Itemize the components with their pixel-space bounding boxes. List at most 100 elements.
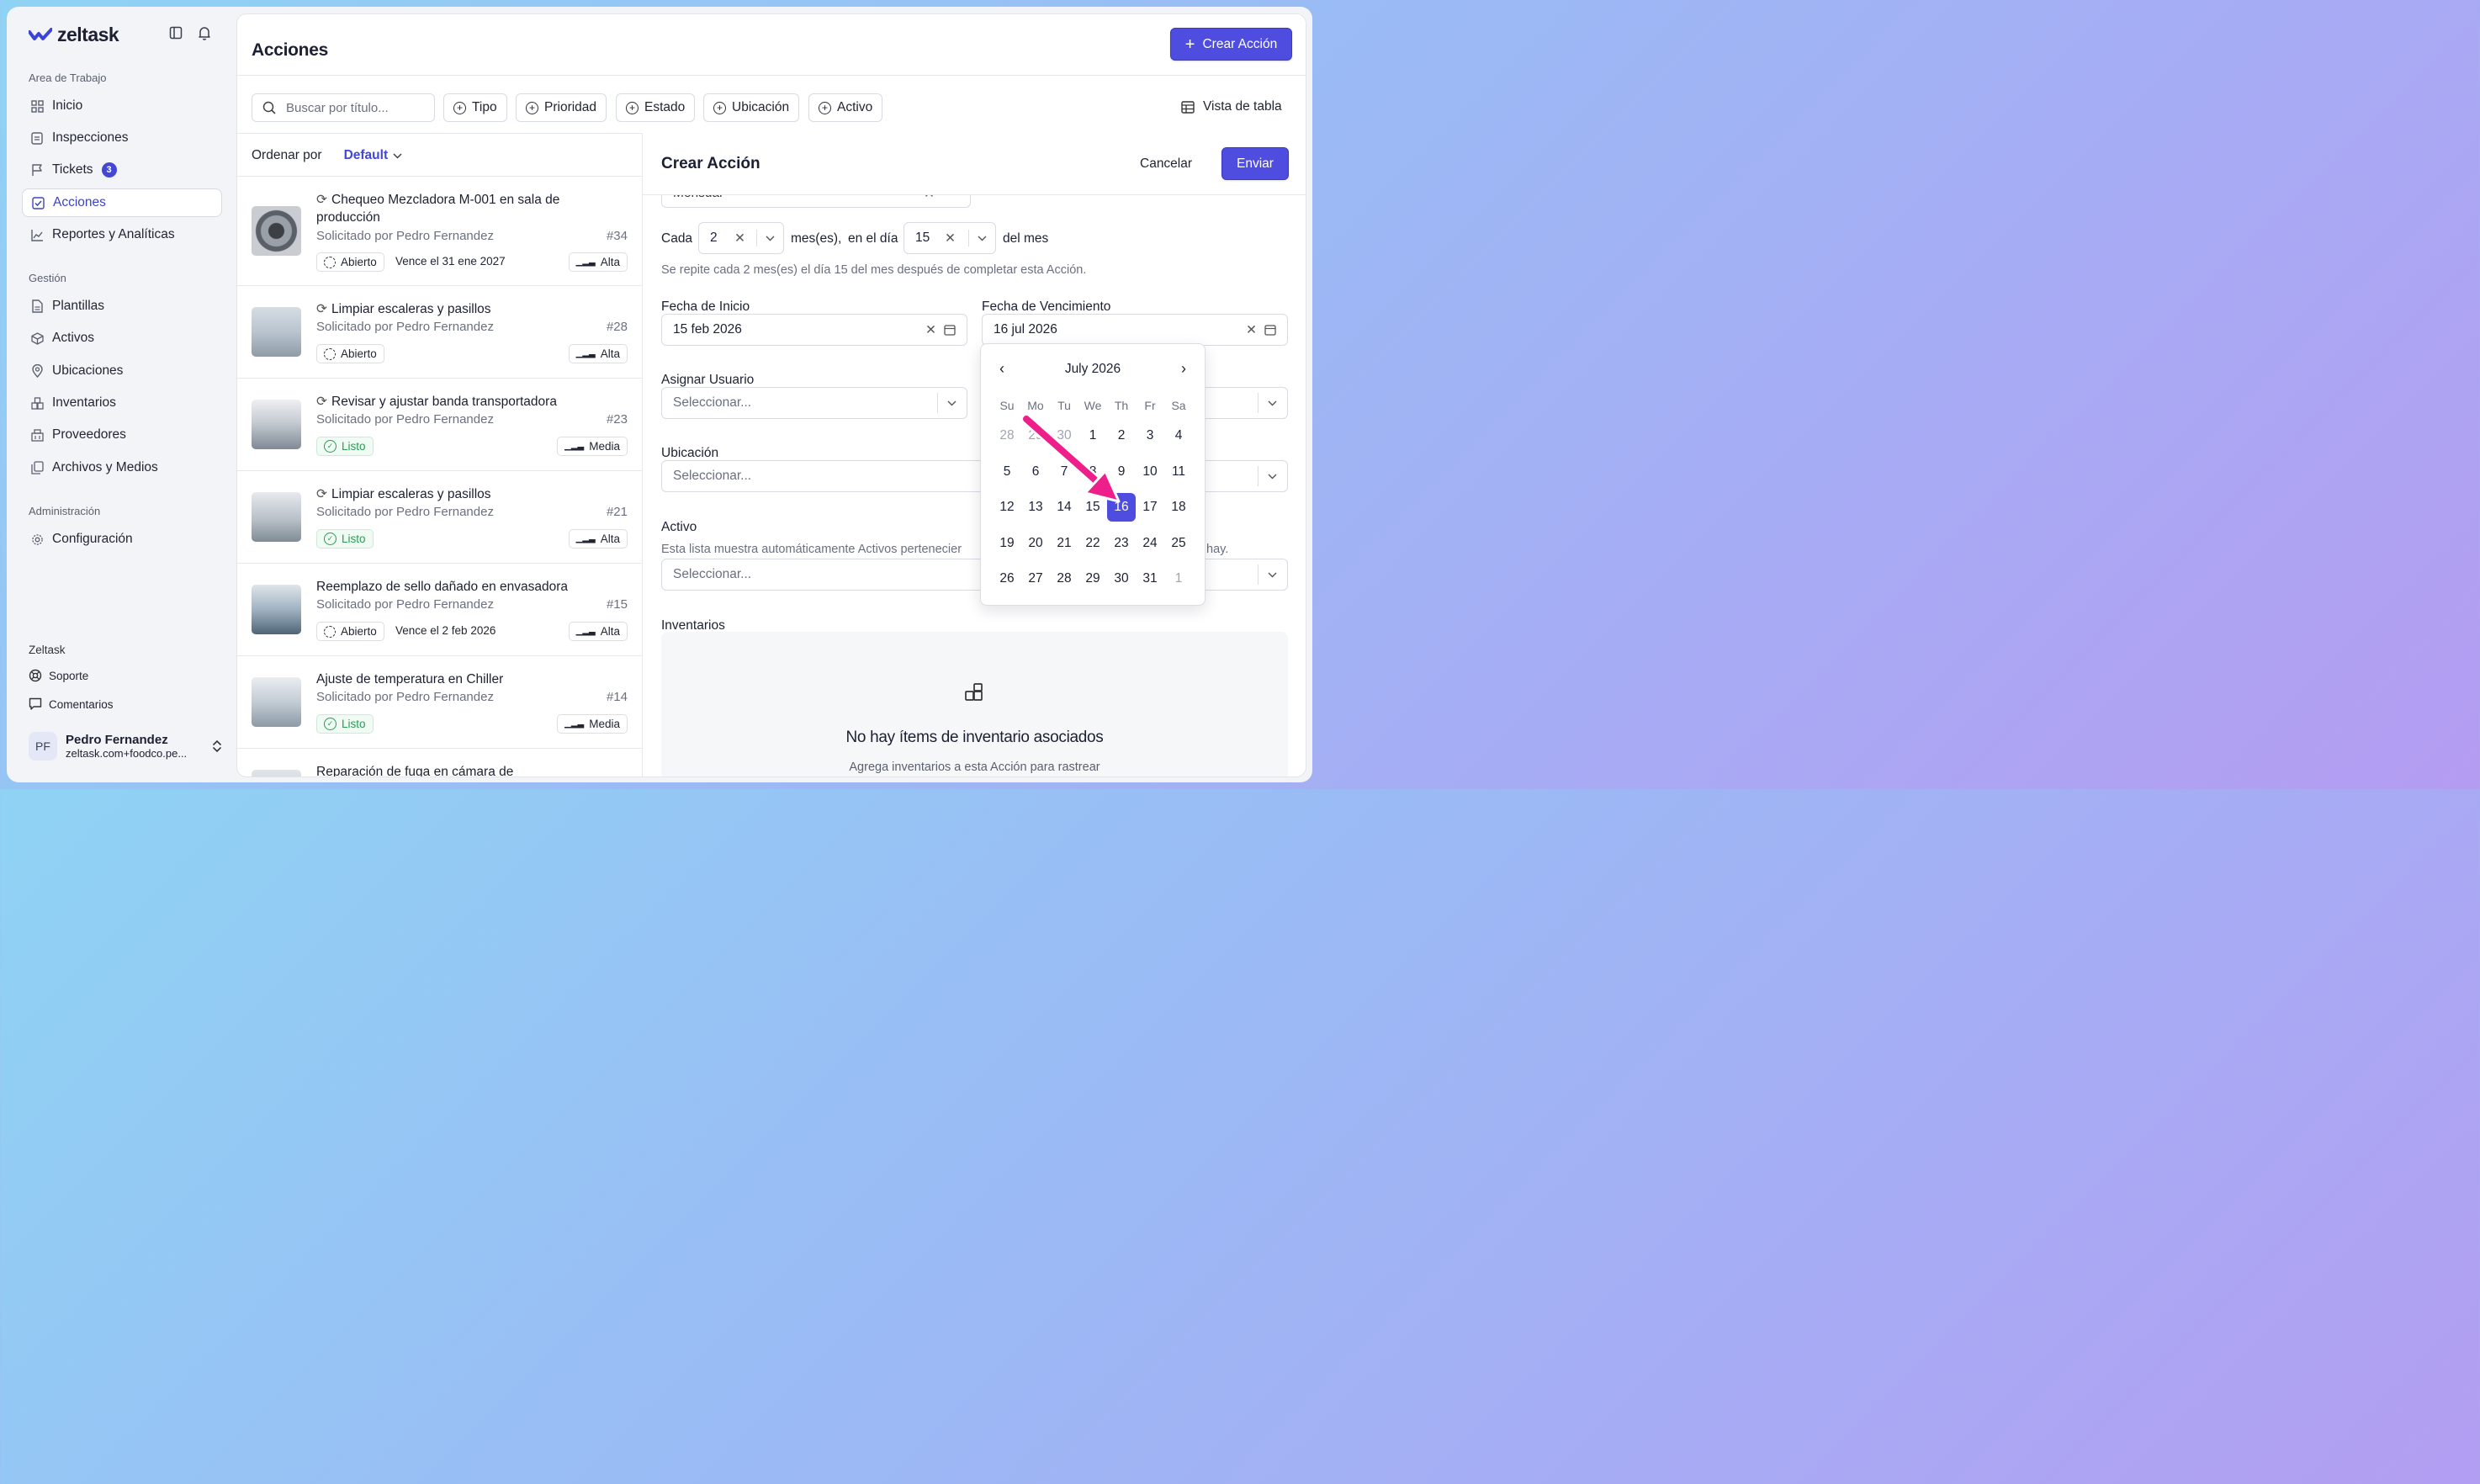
start-date-input[interactable]: 15 feb 2026 ✕: [661, 314, 967, 346]
calendar-day[interactable]: 21: [1050, 529, 1078, 558]
item-number: #14: [606, 690, 628, 704]
calendar-day[interactable]: 20: [1021, 529, 1050, 558]
item-thumbnail: [252, 400, 301, 449]
cancel-button[interactable]: Cancelar: [1140, 156, 1192, 172]
footer-section-label: Zeltask: [29, 644, 66, 656]
calendar-day[interactable]: 25: [1164, 529, 1193, 558]
every-value: 2: [710, 231, 718, 245]
item-title: Reemplazo de sello dañado en envasadora: [316, 580, 569, 594]
calendar-day[interactable]: 31: [1136, 564, 1164, 593]
search-box[interactable]: [252, 93, 435, 122]
inventory-empty-subtitle: Agrega inventarios a esta Acción para ra…: [849, 761, 1100, 774]
sidebar-item-activos[interactable]: Activos: [22, 324, 222, 352]
user-name: Pedro Fernandez: [66, 733, 168, 747]
sidebar-item-inventarios[interactable]: Inventarios: [22, 389, 222, 417]
sidebar-toggle-icon[interactable]: [169, 26, 183, 40]
priority-badge: ▁▂▃ Media: [557, 437, 628, 456]
list-item[interactable]: ⟳ Revisar y ajustar banda transportadora …: [237, 378, 642, 471]
item-number: #23: [606, 412, 628, 427]
assign-user-select[interactable]: Seleccionar...: [661, 387, 967, 419]
sidebar-item-plantillas[interactable]: Plantillas: [22, 292, 222, 321]
clear-icon[interactable]: ✕: [925, 322, 936, 338]
list-item[interactable]: Reparación de fuga en cámara de refriger…: [237, 748, 642, 776]
calendar-day[interactable]: 30: [1107, 564, 1136, 593]
list-item[interactable]: ⟳ Limpiar escaleras y pasillos Solicitado…: [237, 285, 642, 379]
of-month-label: del mes: [1003, 231, 1049, 246]
table-view-toggle[interactable]: Vista de tabla: [1181, 99, 1282, 114]
item-title: ⟳ Chequeo Mezcladora M-001 en sala de pro…: [316, 193, 560, 225]
calendar-icon[interactable]: [944, 324, 956, 336]
clear-icon[interactable]: ✕: [945, 231, 956, 246]
user-menu[interactable]: PF Pedro Fernandez zeltask.com+foodco.pe…: [29, 729, 222, 764]
calendar-day[interactable]: 26: [993, 564, 1021, 593]
filter-label: Estado: [644, 100, 686, 114]
clear-icon[interactable]: ✕: [1246, 322, 1257, 338]
sidebar-item-tickets[interactable]: Tickets 3: [22, 156, 222, 184]
filter-estado[interactable]: + Estado: [616, 93, 696, 122]
signal-icon: ▁▂▃: [564, 442, 585, 451]
calendar-day[interactable]: 1: [1164, 564, 1193, 593]
list-item[interactable]: ⟳ Limpiar escaleras y pasillos Solicitado…: [237, 470, 642, 564]
sidebar-item-label: Acciones: [53, 195, 106, 209]
calendar-day[interactable]: 17: [1136, 493, 1164, 522]
filter-tipo[interactable]: + Tipo: [443, 93, 507, 122]
day-select[interactable]: 15 ✕: [904, 222, 996, 254]
calendar-day[interactable]: 29: [1078, 564, 1107, 593]
calendar-day[interactable]: 28: [1050, 564, 1078, 593]
calendar-day[interactable]: 4: [1164, 421, 1193, 450]
sidebar-item-acciones[interactable]: Acciones: [22, 188, 222, 217]
filter-activo[interactable]: + Activo: [808, 93, 883, 122]
calendar-day[interactable]: 24: [1136, 529, 1164, 558]
search-input[interactable]: [284, 99, 431, 116]
sidebar-item-inspecciones[interactable]: Inspecciones: [22, 124, 222, 152]
sort-dropdown[interactable]: Default: [344, 148, 403, 163]
item-number: #21: [606, 505, 628, 519]
calendar-day[interactable]: 11: [1164, 458, 1193, 486]
logo[interactable]: zeltask: [29, 24, 119, 46]
list-item[interactable]: ⟳ Chequeo Mezcladora M-001 en sala de pro…: [237, 176, 642, 286]
next-month-button[interactable]: ›: [1181, 360, 1186, 378]
sidebar-item-archivos[interactable]: Archivos y Medios: [22, 453, 222, 482]
create-action-button[interactable]: + Crear Acción: [1170, 28, 1292, 61]
bell-icon[interactable]: [198, 26, 211, 40]
circle-plus-icon: +: [526, 101, 538, 114]
sidebar-item-configuracion[interactable]: Configuración: [22, 525, 222, 554]
item-thumbnail: [252, 206, 301, 256]
sort-control[interactable]: Ordenar por Default: [252, 148, 402, 163]
due-date-input[interactable]: 16 jul 2026 ✕: [982, 314, 1288, 346]
calendar-day[interactable]: 27: [1021, 564, 1050, 593]
every-select[interactable]: 2 ✕: [698, 222, 784, 254]
feedback-link[interactable]: Comentarios: [29, 697, 114, 711]
item-number: #15: [606, 597, 628, 612]
list-item[interactable]: Ajuste de temperatura en Chiller Solicit…: [237, 655, 642, 749]
check-circle-icon: ✓: [324, 533, 336, 545]
list-item[interactable]: Reemplazo de sello dañado en envasadora …: [237, 563, 642, 656]
sidebar-item-proveedores[interactable]: Proveedores: [22, 421, 222, 449]
chevron-down-icon: [978, 236, 987, 241]
calendar-day[interactable]: 18: [1164, 493, 1193, 522]
signal-icon: ▁▂▃: [575, 257, 596, 267]
item-thumbnail: [252, 770, 301, 776]
status-badge: ✓ Listo: [316, 437, 374, 456]
sidebar-item-reportes[interactable]: Reportes y Analíticas: [22, 220, 222, 249]
priority-badge: ▁▂▃ Media: [557, 714, 628, 734]
item-requester: Solicitado por Pedro Fernandez: [316, 320, 494, 334]
boxes-icon: [965, 683, 983, 701]
clear-icon[interactable]: ✕: [734, 231, 745, 246]
calendar-day[interactable]: 3: [1136, 421, 1164, 450]
sidebar-item-ubicaciones[interactable]: Ubicaciones: [22, 357, 222, 385]
filter-prioridad[interactable]: + Prioridad: [516, 93, 607, 122]
calendar-day[interactable]: 10: [1136, 458, 1164, 486]
submit-button[interactable]: Enviar: [1221, 147, 1289, 180]
location-label: Ubicación: [661, 446, 719, 460]
item-requester: Solicitado por Pedro Fernandez: [316, 229, 494, 243]
calendar-day[interactable]: 19: [993, 529, 1021, 558]
plus-icon: +: [1184, 34, 1195, 54]
sidebar-item-inicio[interactable]: Inicio: [22, 92, 222, 120]
calendar-day[interactable]: 23: [1107, 529, 1136, 558]
sidebar-item-label: Configuración: [52, 532, 133, 546]
calendar-day[interactable]: 22: [1078, 529, 1107, 558]
filter-ubicacion[interactable]: + Ubicación: [703, 93, 800, 122]
support-link[interactable]: Soporte: [29, 669, 88, 682]
calendar-icon[interactable]: [1264, 324, 1276, 336]
